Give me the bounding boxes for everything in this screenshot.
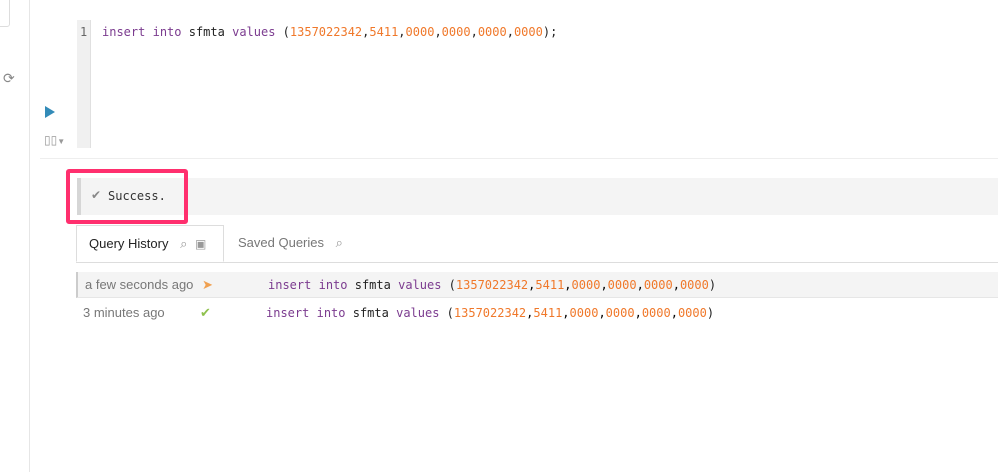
number: 0000 xyxy=(643,278,673,292)
number: 5411 xyxy=(369,25,399,39)
highlight-box xyxy=(66,169,188,224)
keyword: values xyxy=(232,25,276,39)
result-message: ✔ Success. xyxy=(77,178,998,215)
number: 0000 xyxy=(571,278,601,292)
keyword: insert xyxy=(266,306,310,320)
table-name: sfmta xyxy=(188,25,225,39)
run-icon[interactable] xyxy=(45,106,55,118)
refresh-icon[interactable]: ⟳ xyxy=(3,70,15,87)
keyword: values xyxy=(396,306,440,320)
code-editor[interactable]: insert into sfmta values (1357022342,541… xyxy=(102,25,557,39)
number: 0000 xyxy=(677,306,707,320)
number: 0000 xyxy=(605,306,635,320)
number: 5411 xyxy=(535,278,565,292)
paren: ( xyxy=(275,25,290,39)
map-icon[interactable]: ▯▯▼ xyxy=(44,133,65,147)
number: 0000 xyxy=(477,25,507,39)
tab-label: Query History xyxy=(89,236,169,251)
tab-query-history[interactable]: Query History ⌕ ▣ xyxy=(76,225,224,262)
number: 0000 xyxy=(441,25,471,39)
table-name: sfmta xyxy=(354,278,391,292)
line-number: 1 xyxy=(80,25,88,39)
tab-label: Saved Queries xyxy=(238,235,324,250)
number: 1357022342 xyxy=(289,25,363,39)
paren: ); xyxy=(542,25,558,39)
paren: ) xyxy=(706,306,715,320)
keyword: values xyxy=(398,278,442,292)
tab-saved-queries[interactable]: Saved Queries ⌕ xyxy=(226,225,355,262)
table-name: sfmta xyxy=(352,306,389,320)
number: 0000 xyxy=(607,278,637,292)
number: 0000 xyxy=(405,25,435,39)
history-row[interactable]: 3 minutes ago ✔ insert into sfmta values… xyxy=(76,300,998,326)
number: 0000 xyxy=(679,278,709,292)
sidebar-panel-edge[interactable] xyxy=(0,0,10,27)
running-icon: ➤ xyxy=(202,277,213,292)
paren: ( xyxy=(439,306,454,320)
keyword: insert xyxy=(268,278,312,292)
search-icon[interactable]: ⌕ xyxy=(180,236,187,251)
number: 1357022342 xyxy=(453,306,527,320)
number: 0000 xyxy=(513,25,543,39)
keyword: into xyxy=(316,306,346,320)
history-row[interactable]: a few seconds ago ➤ insert into sfmta va… xyxy=(76,272,998,298)
history-tabs: Query History ⌕ ▣ Saved Queries ⌕ xyxy=(76,225,998,263)
paren: ( xyxy=(441,278,456,292)
number: 1357022342 xyxy=(455,278,529,292)
calendar-icon[interactable]: ▣ xyxy=(195,237,206,251)
keyword: into xyxy=(318,278,348,292)
success-check-icon: ✔ xyxy=(200,305,211,320)
editor-gutter xyxy=(77,20,91,148)
history-time: a few seconds ago xyxy=(85,277,194,292)
keyword: into xyxy=(152,25,182,39)
search-icon[interactable]: ⌕ xyxy=(336,235,343,250)
number: 0000 xyxy=(641,306,671,320)
history-time: 3 minutes ago xyxy=(83,305,165,320)
divider xyxy=(40,158,998,159)
paren: ) xyxy=(708,278,717,292)
number: 0000 xyxy=(569,306,599,320)
keyword: insert xyxy=(102,25,146,39)
number: 5411 xyxy=(533,306,563,320)
